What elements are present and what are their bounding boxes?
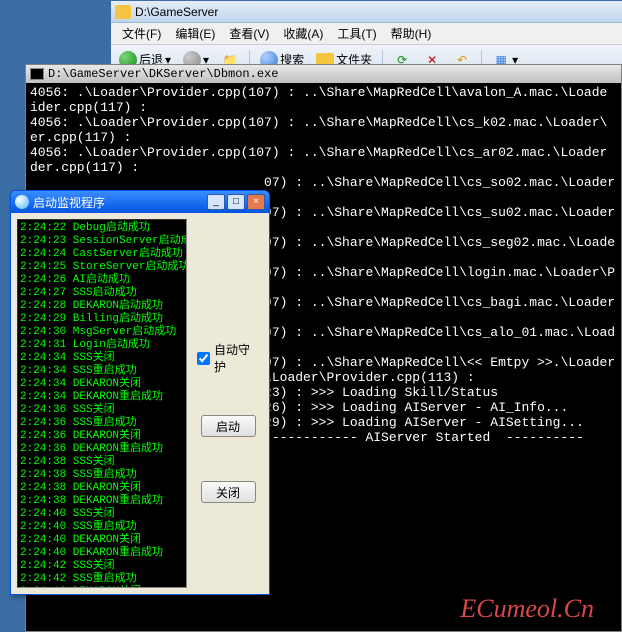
auto-guard-input[interactable]: [197, 352, 210, 365]
maximize-button[interactable]: □: [227, 194, 245, 210]
explorer-menubar: 文件(F) 编辑(E) 查看(V) 收藏(A) 工具(T) 帮助(H): [111, 23, 622, 45]
menu-favorites[interactable]: 收藏(A): [276, 25, 330, 42]
cmd-icon: [30, 68, 44, 80]
monitor-dialog: 启动监视程序 _ □ × 2:24:22 Debug启动成功 2:24:23 S…: [10, 190, 270, 595]
folder-icon: [115, 5, 131, 19]
explorer-title: D:\GameServer: [135, 5, 218, 19]
explorer-titlebar[interactable]: D:\GameServer: [111, 1, 622, 23]
monitor-titlebar[interactable]: 启动监视程序 _ □ ×: [11, 191, 269, 213]
auto-guard-checkbox[interactable]: 自动守护: [197, 341, 259, 375]
menu-file[interactable]: 文件(F): [115, 25, 168, 42]
menu-view[interactable]: 查看(V): [222, 25, 276, 42]
console-title: D:\GameServer\DKServer\Dbmon.exe: [48, 67, 278, 81]
monitor-title: 启动监视程序: [33, 194, 105, 211]
close-button[interactable]: ×: [247, 194, 265, 210]
monitor-log: 2:24:22 Debug启动成功 2:24:23 SessionServer启…: [17, 219, 187, 588]
start-button[interactable]: 启动: [201, 415, 256, 437]
minimize-button[interactable]: _: [207, 194, 225, 210]
menu-tools[interactable]: 工具(T): [330, 25, 383, 42]
app-icon: [15, 195, 29, 209]
console-titlebar[interactable]: D:\GameServer\DKServer\Dbmon.exe: [26, 65, 621, 83]
close-dialog-button[interactable]: 关闭: [201, 481, 256, 503]
auto-guard-label: 自动守护: [214, 341, 259, 375]
menu-edit[interactable]: 编辑(E): [168, 25, 222, 42]
menu-help[interactable]: 帮助(H): [384, 25, 439, 42]
